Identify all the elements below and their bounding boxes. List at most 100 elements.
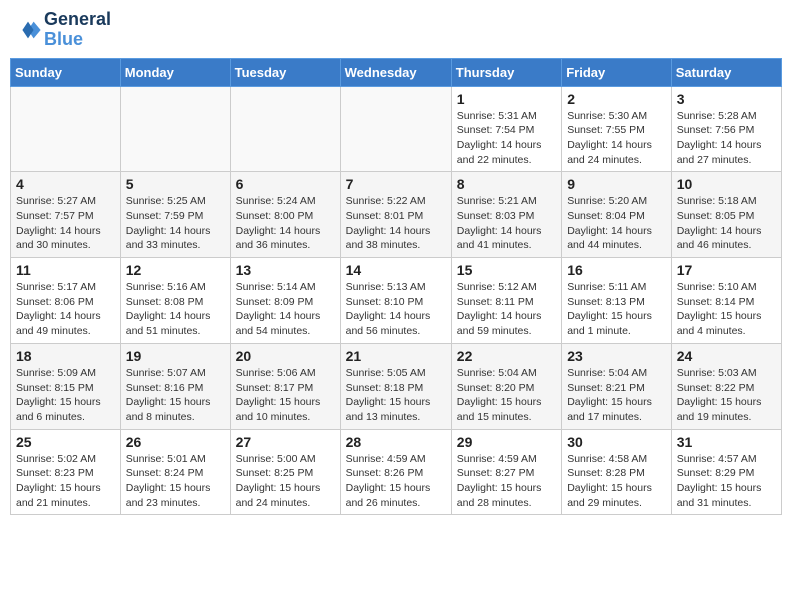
day-number: 2 xyxy=(567,91,666,107)
logo-icon xyxy=(14,16,42,44)
calendar-cell: 22 Sunrise: 5:04 AM Sunset: 8:20 PM Dayli… xyxy=(451,343,561,429)
day-info: Sunrise: 5:17 AM Sunset: 8:06 PM Dayligh… xyxy=(16,280,115,339)
week-row-1: 1 Sunrise: 5:31 AM Sunset: 7:54 PM Daylig… xyxy=(11,86,782,172)
day-info: Sunrise: 5:16 AM Sunset: 8:08 PM Dayligh… xyxy=(126,280,225,339)
day-number: 1 xyxy=(457,91,556,107)
weekday-header-tuesday: Tuesday xyxy=(230,58,340,86)
day-info: Sunrise: 5:24 AM Sunset: 8:00 PM Dayligh… xyxy=(236,194,335,253)
day-info: Sunrise: 5:21 AM Sunset: 8:03 PM Dayligh… xyxy=(457,194,556,253)
day-number: 13 xyxy=(236,262,335,278)
day-info: Sunrise: 5:07 AM Sunset: 8:16 PM Dayligh… xyxy=(126,366,225,425)
day-number: 10 xyxy=(677,176,776,192)
day-number: 7 xyxy=(346,176,446,192)
calendar-cell: 3Sunrise: 5:28 AM Sunset: 7:56 PM Daylig… xyxy=(671,86,781,172)
day-info: Sunrise: 5:03 AM Sunset: 8:22 PM Dayligh… xyxy=(677,366,776,425)
calendar-cell: 17Sunrise: 5:10 AM Sunset: 8:14 PM Dayli… xyxy=(671,258,781,344)
logo: General Blue xyxy=(14,10,111,50)
calendar-cell: 16 Sunrise: 5:11 AM Sunset: 8:13 PM Dayli… xyxy=(562,258,672,344)
calendar-cell: 14 Sunrise: 5:13 AM Sunset: 8:10 PM Dayli… xyxy=(340,258,451,344)
calendar-cell: 6 Sunrise: 5:24 AM Sunset: 8:00 PM Daylig… xyxy=(230,172,340,258)
calendar-cell: 31 Sunrise: 4:57 AM Sunset: 8:29 PM Dayli… xyxy=(671,429,781,515)
week-row-4: 18Sunrise: 5:09 AM Sunset: 8:15 PM Dayli… xyxy=(11,343,782,429)
day-number: 29 xyxy=(457,434,556,450)
weekday-header-monday: Monday xyxy=(120,58,230,86)
day-info: Sunrise: 5:12 AM Sunset: 8:11 PM Dayligh… xyxy=(457,280,556,339)
day-info: Sunrise: 5:13 AM Sunset: 8:10 PM Dayligh… xyxy=(346,280,446,339)
calendar-cell: 30Sunrise: 4:58 AM Sunset: 8:28 PM Dayli… xyxy=(562,429,672,515)
week-row-2: 4 Sunrise: 5:27 AM Sunset: 7:57 PM Daylig… xyxy=(11,172,782,258)
day-info: Sunrise: 5:04 AM Sunset: 8:20 PM Dayligh… xyxy=(457,366,556,425)
day-info: Sunrise: 4:59 AM Sunset: 8:26 PM Dayligh… xyxy=(346,452,446,511)
calendar-cell: 13 Sunrise: 5:14 AM Sunset: 8:09 PM Dayli… xyxy=(230,258,340,344)
calendar-cell: 11Sunrise: 5:17 AM Sunset: 8:06 PM Dayli… xyxy=(11,258,121,344)
day-info: Sunrise: 5:14 AM Sunset: 8:09 PM Dayligh… xyxy=(236,280,335,339)
calendar-cell: 9 Sunrise: 5:20 AM Sunset: 8:04 PM Daylig… xyxy=(562,172,672,258)
day-number: 5 xyxy=(126,176,225,192)
day-number: 17 xyxy=(677,262,776,278)
day-number: 21 xyxy=(346,348,446,364)
calendar-table: SundayMondayTuesdayWednesdayThursdayFrid… xyxy=(10,58,782,516)
calendar-cell: 24 Sunrise: 5:03 AM Sunset: 8:22 PM Dayli… xyxy=(671,343,781,429)
calendar-cell: 20Sunrise: 5:06 AM Sunset: 8:17 PM Dayli… xyxy=(230,343,340,429)
week-row-3: 11Sunrise: 5:17 AM Sunset: 8:06 PM Dayli… xyxy=(11,258,782,344)
day-info: Sunrise: 5:04 AM Sunset: 8:21 PM Dayligh… xyxy=(567,366,666,425)
weekday-header-wednesday: Wednesday xyxy=(340,58,451,86)
calendar-cell xyxy=(11,86,121,172)
day-info: Sunrise: 5:27 AM Sunset: 7:57 PM Dayligh… xyxy=(16,194,115,253)
calendar-cell: 8 Sunrise: 5:21 AM Sunset: 8:03 PM Daylig… xyxy=(451,172,561,258)
day-number: 26 xyxy=(126,434,225,450)
day-info: Sunrise: 4:58 AM Sunset: 8:28 PM Dayligh… xyxy=(567,452,666,511)
day-info: Sunrise: 4:57 AM Sunset: 8:29 PM Dayligh… xyxy=(677,452,776,511)
calendar-cell: 18Sunrise: 5:09 AM Sunset: 8:15 PM Dayli… xyxy=(11,343,121,429)
day-number: 22 xyxy=(457,348,556,364)
day-info: Sunrise: 5:25 AM Sunset: 7:59 PM Dayligh… xyxy=(126,194,225,253)
day-info: Sunrise: 5:31 AM Sunset: 7:54 PM Dayligh… xyxy=(457,109,556,168)
day-info: Sunrise: 5:00 AM Sunset: 8:25 PM Dayligh… xyxy=(236,452,335,511)
day-info: Sunrise: 5:11 AM Sunset: 8:13 PM Dayligh… xyxy=(567,280,666,339)
day-info: Sunrise: 5:06 AM Sunset: 8:17 PM Dayligh… xyxy=(236,366,335,425)
day-number: 25 xyxy=(16,434,115,450)
day-number: 4 xyxy=(16,176,115,192)
weekday-header-thursday: Thursday xyxy=(451,58,561,86)
calendar-cell: 15 Sunrise: 5:12 AM Sunset: 8:11 PM Dayli… xyxy=(451,258,561,344)
day-info: Sunrise: 5:22 AM Sunset: 8:01 PM Dayligh… xyxy=(346,194,446,253)
weekday-header-saturday: Saturday xyxy=(671,58,781,86)
day-number: 8 xyxy=(457,176,556,192)
calendar-cell: 25 Sunrise: 5:02 AM Sunset: 8:23 PM Dayli… xyxy=(11,429,121,515)
day-number: 3 xyxy=(677,91,776,107)
day-info: Sunrise: 5:05 AM Sunset: 8:18 PM Dayligh… xyxy=(346,366,446,425)
calendar-cell xyxy=(340,86,451,172)
day-number: 31 xyxy=(677,434,776,450)
day-number: 16 xyxy=(567,262,666,278)
calendar-cell: 1 Sunrise: 5:31 AM Sunset: 7:54 PM Daylig… xyxy=(451,86,561,172)
day-info: Sunrise: 4:59 AM Sunset: 8:27 PM Dayligh… xyxy=(457,452,556,511)
day-number: 12 xyxy=(126,262,225,278)
calendar-cell: 5 Sunrise: 5:25 AM Sunset: 7:59 PM Daylig… xyxy=(120,172,230,258)
calendar-cell: 4 Sunrise: 5:27 AM Sunset: 7:57 PM Daylig… xyxy=(11,172,121,258)
day-number: 18 xyxy=(16,348,115,364)
day-number: 15 xyxy=(457,262,556,278)
week-row-5: 25 Sunrise: 5:02 AM Sunset: 8:23 PM Dayli… xyxy=(11,429,782,515)
day-number: 23 xyxy=(567,348,666,364)
calendar-cell xyxy=(230,86,340,172)
day-number: 19 xyxy=(126,348,225,364)
day-number: 9 xyxy=(567,176,666,192)
weekday-header-row: SundayMondayTuesdayWednesdayThursdayFrid… xyxy=(11,58,782,86)
day-number: 14 xyxy=(346,262,446,278)
calendar-cell: 12 Sunrise: 5:16 AM Sunset: 8:08 PM Dayli… xyxy=(120,258,230,344)
weekday-header-sunday: Sunday xyxy=(11,58,121,86)
calendar-cell: 23 Sunrise: 5:04 AM Sunset: 8:21 PM Dayli… xyxy=(562,343,672,429)
calendar-cell: 7 Sunrise: 5:22 AM Sunset: 8:01 PM Daylig… xyxy=(340,172,451,258)
day-info: Sunrise: 5:20 AM Sunset: 8:04 PM Dayligh… xyxy=(567,194,666,253)
logo-text: General Blue xyxy=(44,10,111,50)
calendar-cell: 28 Sunrise: 4:59 AM Sunset: 8:26 PM Dayli… xyxy=(340,429,451,515)
calendar-cell: 26Sunrise: 5:01 AM Sunset: 8:24 PM Dayli… xyxy=(120,429,230,515)
day-number: 28 xyxy=(346,434,446,450)
weekday-header-friday: Friday xyxy=(562,58,672,86)
calendar-cell: 21 Sunrise: 5:05 AM Sunset: 8:18 PM Dayli… xyxy=(340,343,451,429)
day-number: 6 xyxy=(236,176,335,192)
day-info: Sunrise: 5:02 AM Sunset: 8:23 PM Dayligh… xyxy=(16,452,115,511)
calendar-cell: 29 Sunrise: 4:59 AM Sunset: 8:27 PM Dayli… xyxy=(451,429,561,515)
day-number: 24 xyxy=(677,348,776,364)
calendar-cell: 19 Sunrise: 5:07 AM Sunset: 8:16 PM Dayli… xyxy=(120,343,230,429)
